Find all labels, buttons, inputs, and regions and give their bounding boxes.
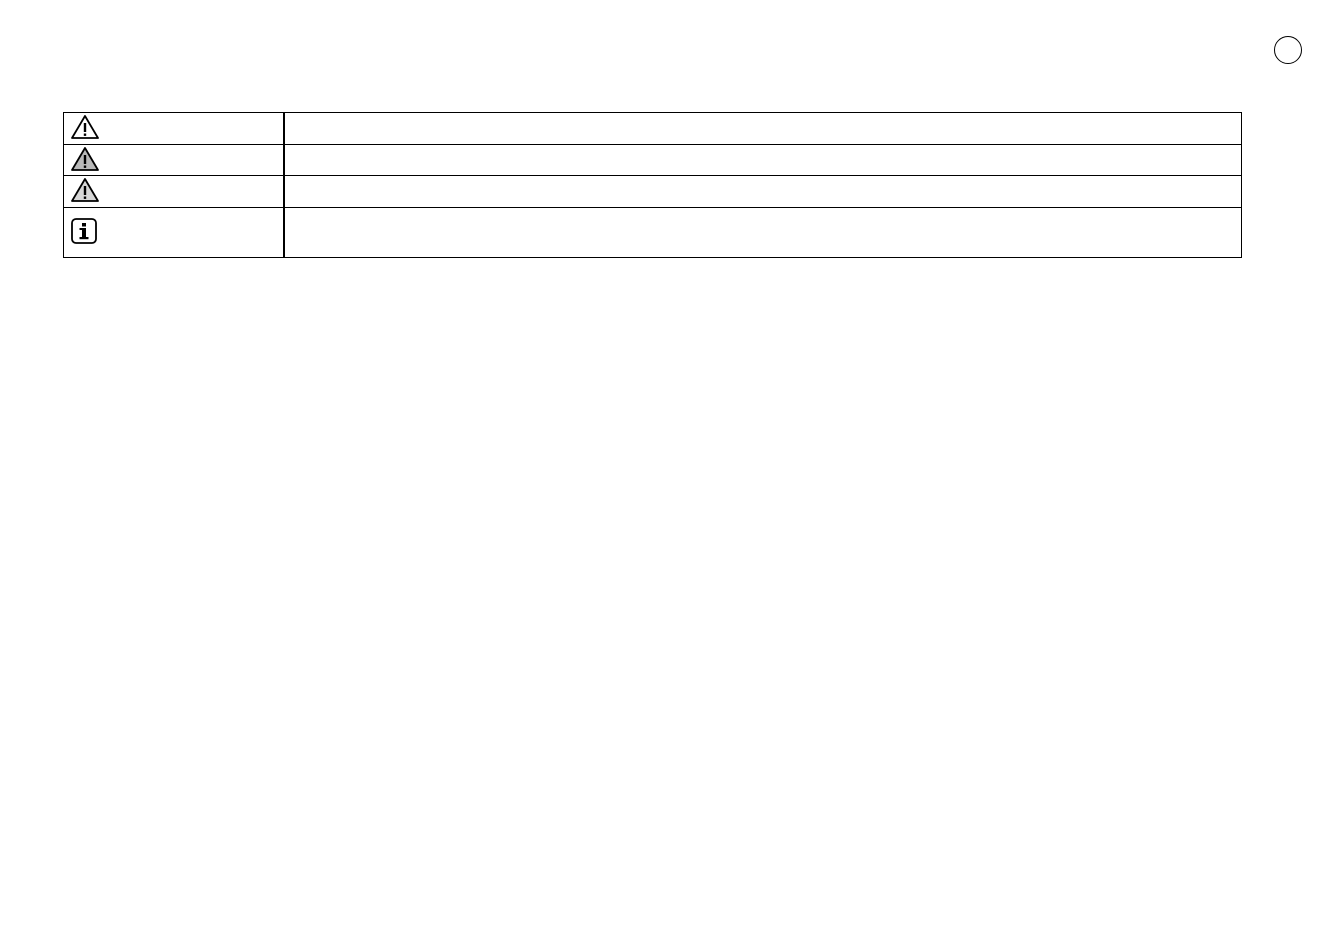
- symbol-cell: [63, 175, 284, 208]
- symbol-description: [282, 112, 1242, 145]
- page-number-badge: [1274, 36, 1302, 64]
- table-row: [63, 175, 1242, 208]
- symbol-cell: [63, 144, 284, 176]
- symbol-cell: [63, 112, 284, 145]
- warning-triangle-icon: [70, 114, 100, 140]
- symbol-description: [282, 175, 1242, 208]
- info-icon: [70, 217, 98, 245]
- warning-triangle-icon: [70, 177, 100, 203]
- table-row: [63, 112, 1242, 145]
- symbol-description: [282, 207, 1242, 258]
- table-row: [63, 144, 1242, 176]
- symbol-legend-table: [63, 112, 1242, 258]
- warning-triangle-icon: [70, 146, 100, 172]
- table-row: [63, 207, 1242, 258]
- symbol-cell: [63, 207, 284, 258]
- symbol-description: [282, 144, 1242, 176]
